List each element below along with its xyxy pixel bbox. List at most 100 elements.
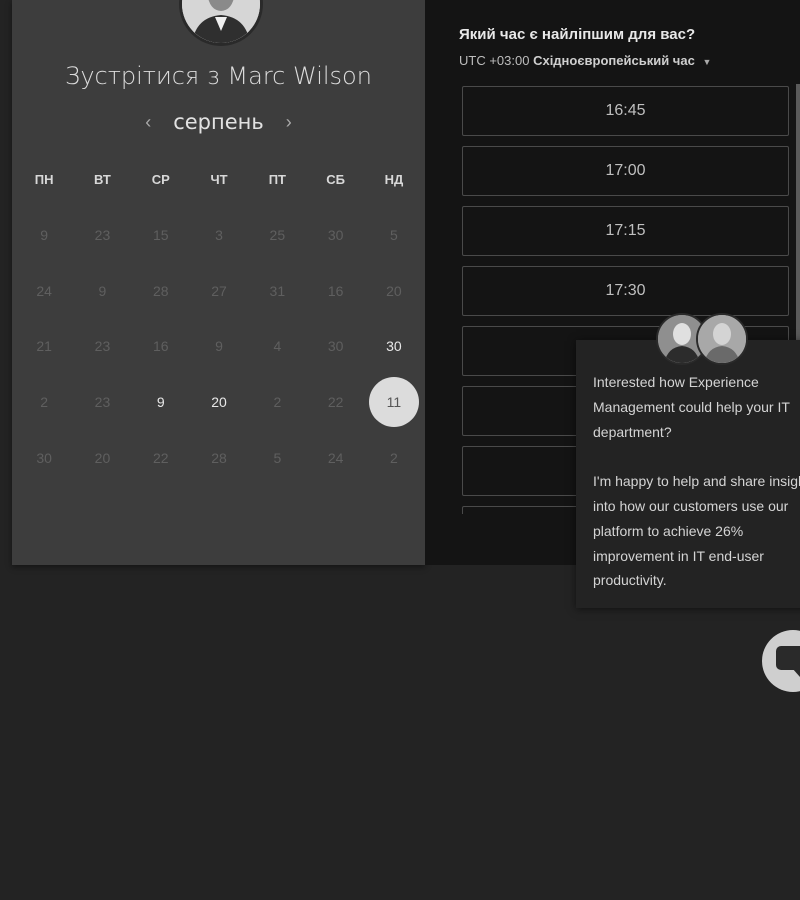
weekday-header: ПН ВТ СР ЧТ ПТ СБ НД: [15, 172, 425, 187]
calendar-day: 9: [190, 319, 248, 375]
calendar-day-number: 30: [36, 450, 52, 467]
calendar-day: 2: [365, 430, 423, 486]
weekday-label: НД: [384, 172, 404, 187]
calendar-day-selected[interactable]: 11: [365, 374, 423, 430]
calendar-day-number: 2: [273, 394, 282, 411]
calendar-day: 24: [15, 263, 73, 319]
calendar-day-number: 23: [94, 338, 111, 355]
weekday-label: ПТ: [268, 172, 286, 187]
scheduler-page: Зустрітися з Marc Wilson ‹ серпень › ПН …: [0, 0, 800, 900]
calendar-day: 22: [306, 374, 364, 430]
weekday-label: ПН: [34, 172, 54, 187]
calendar-day-number: 15: [152, 226, 169, 243]
calendar-day: 2: [248, 374, 306, 430]
calendar-day-number: 16: [152, 338, 169, 355]
timezone-offset: UTC +03:00: [459, 53, 530, 68]
timezone-selector[interactable]: UTC +03:00 Східноєвропейський час ▼: [459, 53, 711, 68]
calendar-day: 5: [365, 207, 423, 263]
host-name: Marc Wilson: [227, 62, 372, 90]
caret-down-icon: ▼: [702, 57, 712, 67]
weekday-label: СР: [151, 172, 170, 187]
calendar-day: 16: [132, 319, 190, 375]
calendar-day: 5: [248, 430, 306, 486]
chat-popup[interactable]: Interested how Experience Management cou…: [576, 313, 800, 608]
calendar-day: 2: [15, 374, 73, 430]
time-slot-button[interactable]: 16:45: [462, 86, 789, 136]
calendar-day: 23: [73, 207, 131, 263]
calendar-day[interactable]: 9: [132, 374, 190, 430]
calendar-day: 30: [306, 207, 364, 263]
calendar-day: 20: [365, 263, 423, 319]
agent-avatars: [656, 313, 748, 365]
calendar-day: 24: [306, 430, 364, 486]
timezone-name: Східноєвропейський час: [533, 53, 695, 68]
calendar-day-number: 30: [386, 338, 402, 355]
calendar-day-number: 4: [273, 338, 282, 355]
host-avatar: [179, 0, 263, 46]
weekday-label: СБ: [326, 172, 345, 187]
calendar-day-number: 20: [94, 450, 111, 467]
calendar-day-number: 5: [390, 226, 398, 243]
calendar-day: 9: [73, 263, 131, 319]
chevron-left-icon[interactable]: ‹: [141, 112, 155, 133]
calendar-day[interactable]: 30: [365, 319, 423, 375]
calendar-day-number: 2: [40, 394, 49, 411]
calendar-day-number: 31: [269, 282, 286, 299]
weekday-label: ВТ: [94, 172, 111, 187]
calendar-day-number: 30: [327, 338, 344, 355]
chat-bubble-icon: [776, 646, 800, 670]
calendar-day-number: 9: [40, 226, 49, 243]
meeting-title: Зустрітися з Marc Wilson: [12, 62, 425, 90]
month-navigation: ‹ серпень ›: [12, 110, 425, 134]
calendar-day-number: 24: [327, 450, 344, 467]
chevron-right-icon[interactable]: ›: [282, 112, 296, 133]
calendar-day: 20: [73, 430, 131, 486]
calendar-day-number: 2: [390, 450, 398, 467]
time-question: Який час є найліпшим для вас?: [459, 26, 696, 43]
calendar-day: 28: [190, 430, 248, 486]
calendar-day-number: 9: [98, 282, 107, 299]
calendar-day-number: 9: [215, 338, 223, 355]
time-slot-button[interactable]: 17:15: [462, 206, 789, 256]
calendar-day-number: 23: [94, 394, 111, 411]
calendar-day-number: 30: [327, 226, 344, 243]
calendar-day-number: 5: [273, 450, 282, 467]
calendar-panel: Зустрітися з Marc Wilson ‹ серпень › ПН …: [12, 0, 425, 565]
calendar-day: 28: [132, 263, 190, 319]
calendar-day-number: 22: [152, 450, 169, 467]
time-slot-button[interactable]: 17:00: [462, 146, 789, 196]
chat-launcher-button[interactable]: [762, 630, 800, 692]
calendar-day-number: 28: [211, 450, 227, 467]
calendar-day: 21: [15, 319, 73, 375]
calendar-day-number: 25: [269, 226, 286, 243]
calendar-day-number: 22: [327, 394, 344, 411]
calendar-day-number: 20: [211, 394, 227, 411]
calendar-day: 4: [248, 319, 306, 375]
weekday-label: ЧТ: [210, 172, 228, 187]
calendar-day-number: 23: [94, 226, 111, 243]
calendar-day: 30: [306, 319, 364, 375]
calendar-day: 9: [15, 207, 73, 263]
calendar-day-number: 9: [156, 394, 165, 411]
calendar-day: 27: [190, 263, 248, 319]
time-slot-button[interactable]: 17:30: [462, 266, 789, 316]
calendar-day-number: 16: [327, 282, 344, 299]
calendar-day: 30: [15, 430, 73, 486]
calendar-day: 16: [306, 263, 364, 319]
chat-message: Interested how Experience Management cou…: [593, 374, 800, 589]
calendar-day: 31: [248, 263, 306, 319]
meeting-title-prefix: Зустрітися з: [65, 62, 220, 90]
month-label: серпень: [173, 110, 264, 134]
chat-bubble-tail: [792, 668, 800, 677]
calendar-day-number: 28: [152, 282, 169, 299]
calendar-day: 15: [132, 207, 190, 263]
calendar-day: 3: [190, 207, 248, 263]
calendar-day-number: 11: [368, 377, 419, 428]
calendar-day-number: 3: [215, 226, 223, 243]
calendar-day[interactable]: 20: [190, 374, 248, 430]
calendar-day-number: 24: [36, 282, 52, 299]
calendar-day-number: 21: [36, 338, 52, 355]
calendar-day: 25: [248, 207, 306, 263]
calendar-day: 23: [73, 319, 131, 375]
calendar-day-number: 20: [386, 282, 402, 299]
